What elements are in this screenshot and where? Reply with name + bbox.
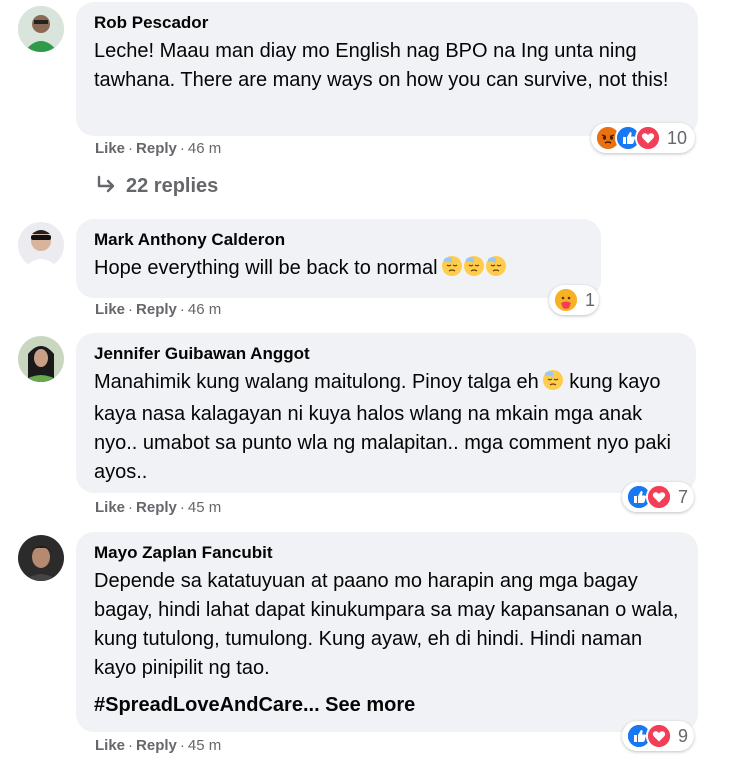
like-link[interactable]: Like <box>95 140 125 157</box>
downcast-face-emoji-icon <box>441 255 507 286</box>
comment-bubble: Rob Pescador Leche! Maau man diay mo Eng… <box>76 2 698 136</box>
reply-link[interactable]: Reply <box>136 499 177 516</box>
like-link[interactable]: Like <box>95 737 125 754</box>
downcast-face-emoji-icon <box>542 369 564 400</box>
reaction-summary[interactable]: 7 <box>622 482 694 512</box>
comment-author[interactable]: Mayo Zaplan Fancubit <box>94 542 680 564</box>
avatar[interactable] <box>18 535 64 581</box>
comment-author[interactable]: Mark Anthony Calderon <box>94 229 583 251</box>
avatar[interactable] <box>18 6 64 52</box>
timestamp[interactable]: 45 m <box>188 737 221 754</box>
reaction-count: 9 <box>678 725 689 746</box>
comment-text: Manahimik kung walang maitulong. Pinoy t… <box>94 368 678 487</box>
timestamp[interactable]: 46 m <box>188 140 221 157</box>
comment-text: Depende sa katatuyuan at paano mo harapi… <box>94 570 679 679</box>
comment-actions: Like · Reply · 45 m <box>95 737 222 754</box>
view-replies-link[interactable]: 22 replies <box>96 175 218 198</box>
reaction-count: 1 <box>585 289 596 310</box>
reaction-summary[interactable]: 9 <box>622 721 694 751</box>
avatar[interactable] <box>18 222 64 268</box>
avatar[interactable] <box>18 336 64 382</box>
comment-author[interactable]: Rob Pescador <box>94 12 680 34</box>
comment-bubble: Mark Anthony Calderon Hope everything wi… <box>76 219 601 298</box>
comment-text: Hope everything will be back to normal <box>94 254 583 286</box>
love-icon <box>646 484 672 510</box>
comment-text-content: Manahimik kung walang maitulong. Pinoy t… <box>94 371 539 393</box>
reaction-summary[interactable]: 1 <box>549 285 599 315</box>
reaction-count: 10 <box>667 127 688 148</box>
like-link[interactable]: Like <box>95 499 125 516</box>
reply-link[interactable]: Reply <box>136 301 177 318</box>
comment-actions: Like · Reply · 46 m <box>95 140 222 157</box>
reaction-count: 7 <box>678 486 689 507</box>
comment-bubble: Jennifer Guibawan Anggot Manahimik kung … <box>76 333 696 493</box>
timestamp[interactable]: 45 m <box>188 499 221 516</box>
reply-arrow-icon <box>97 175 115 193</box>
comment-actions: Like · Reply · 46 m <box>95 301 222 318</box>
comment-author[interactable]: Jennifer Guibawan Anggot <box>94 343 678 365</box>
reaction-summary[interactable]: 10 <box>591 123 695 153</box>
love-icon <box>635 125 661 151</box>
comment-text-content: Hope everything will be back to normal <box>94 257 438 279</box>
love-icon <box>646 723 672 749</box>
comment-actions: Like · Reply · 45 m <box>95 499 222 516</box>
reply-link[interactable]: Reply <box>136 737 177 754</box>
timestamp[interactable]: 46 m <box>188 301 221 318</box>
care-icon <box>553 287 579 313</box>
comment-text: Leche! Maau man diay mo English nag BPO … <box>94 40 669 91</box>
like-link[interactable]: Like <box>95 301 125 318</box>
replies-count: 22 replies <box>126 175 219 197</box>
reply-link[interactable]: Reply <box>136 140 177 157</box>
see-more-link[interactable]: #SpreadLoveAndCare... See more <box>94 691 680 720</box>
comment-bubble: Mayo Zaplan Fancubit Depende sa katatuyu… <box>76 532 698 732</box>
